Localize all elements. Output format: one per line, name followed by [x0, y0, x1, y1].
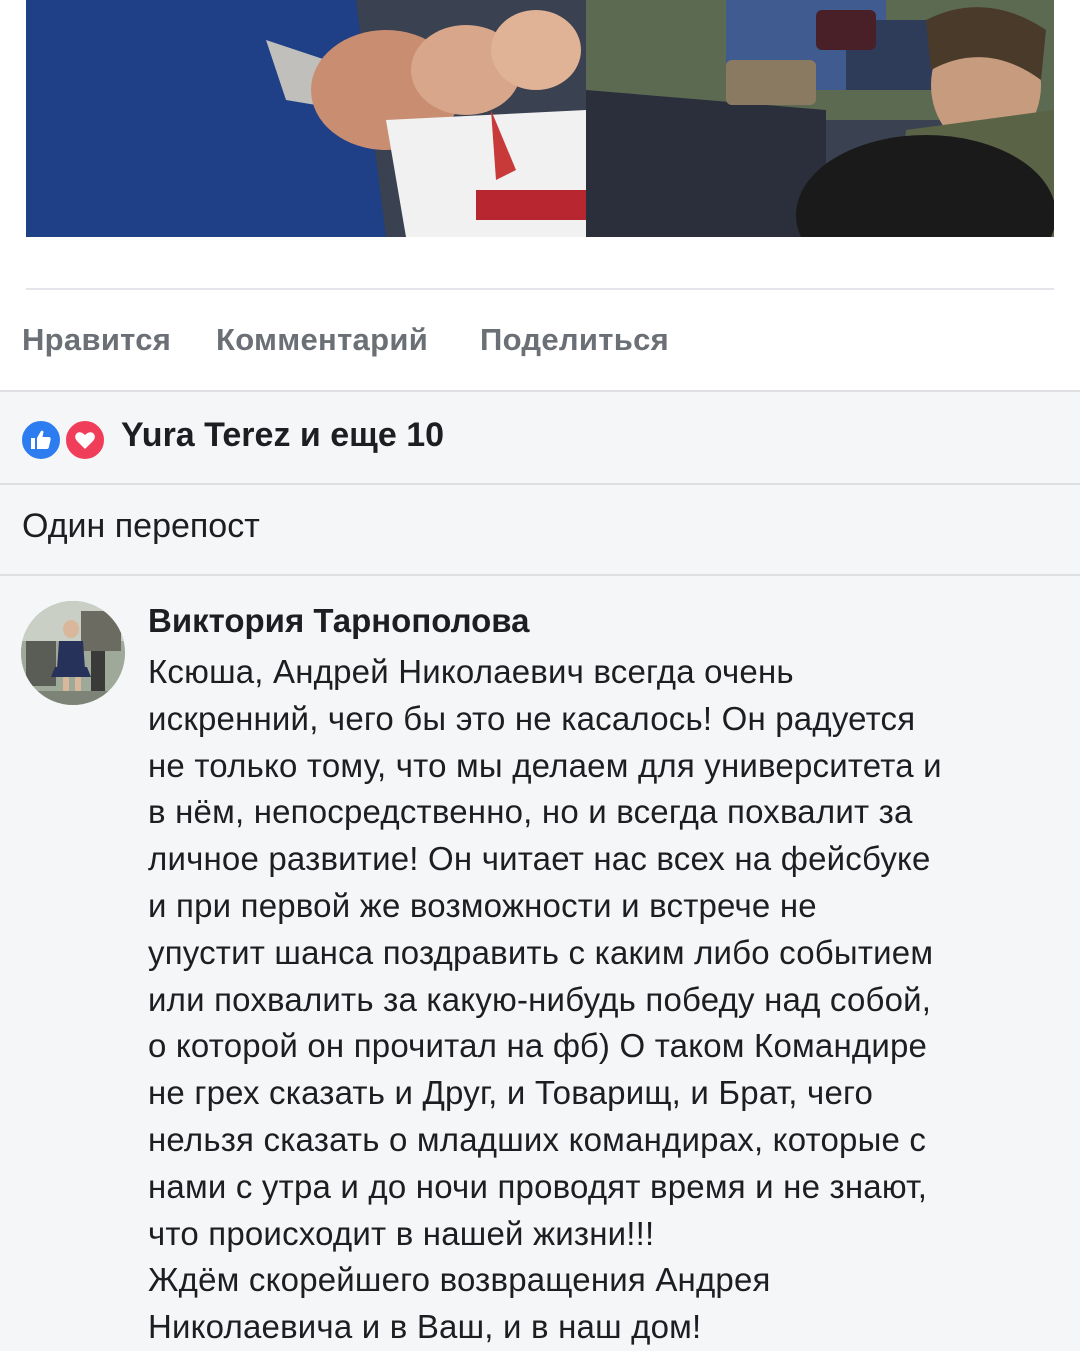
reactions-summary[interactable]: Yura Terez и еще 10: [121, 416, 444, 455]
comment: Виктория Тарнополова Ксюша, Андрей Никол…: [0, 576, 1080, 1351]
comment-line: не только тому, что мы делаем для универ…: [148, 746, 942, 784]
post-action-bar: Нравится Комментарий Поделиться: [0, 300, 1080, 390]
comment-button[interactable]: Комментарий: [216, 322, 428, 358]
like-icon: [19, 418, 63, 462]
comment-line: не грех сказать и Друг, и Товарищ, и Бра…: [148, 1074, 874, 1112]
comment-line: нельзя сказать о младших командирах, кот…: [148, 1120, 927, 1158]
avatar[interactable]: [21, 601, 125, 705]
love-icon: [63, 418, 107, 462]
photo-image: [26, 0, 1054, 237]
comment-author[interactable]: Виктория Тарнополова: [148, 602, 529, 640]
comment-line: Ксюша, Андрей Николаевич всегда очень: [148, 653, 794, 690]
comment-line: что происходит в нашей жизни!!!: [148, 1214, 655, 1252]
comment-line: и при первой же возможности и встрече не: [148, 886, 817, 924]
comment-text: Ксюша, Андрей Николаевич всегда очень ис…: [148, 649, 1063, 1351]
avatar-image: [21, 601, 125, 705]
divider: [26, 288, 1054, 290]
comment-line: нами с утра и до ночи проводят время и н…: [148, 1167, 928, 1205]
comment-line: личное развитие! Он читает нас всех на ф…: [148, 840, 931, 878]
reactions-row[interactable]: Yura Terez и еще 10: [0, 392, 1080, 485]
comment-line: упустит шанса поздравить с каким либо со…: [148, 933, 934, 971]
share-button[interactable]: Поделиться: [480, 322, 669, 358]
reposts-row[interactable]: Один перепост: [0, 485, 1080, 576]
comment-line: о которой он прочитал на фб) О таком Ком…: [148, 1027, 928, 1065]
comment-line: Николаевича и в Ваш, и в наш дом!: [148, 1308, 702, 1346]
reposts-count[interactable]: Один перепост: [22, 507, 260, 546]
post-photo[interactable]: [26, 0, 1054, 237]
comment-line: или похвалить за какую-нибудь победу над…: [148, 980, 932, 1018]
comment-line: в нём, непосредственно, но и всегда похв…: [148, 793, 913, 831]
post-details: Yura Terez и еще 10 Один перепост Виктор…: [0, 390, 1080, 1351]
comment-line: искренний, чего бы это не касалось! Он р…: [148, 699, 916, 737]
comment-line: Ждём скорейшего возвращения Андрея: [148, 1261, 771, 1299]
like-button[interactable]: Нравится: [22, 322, 171, 358]
